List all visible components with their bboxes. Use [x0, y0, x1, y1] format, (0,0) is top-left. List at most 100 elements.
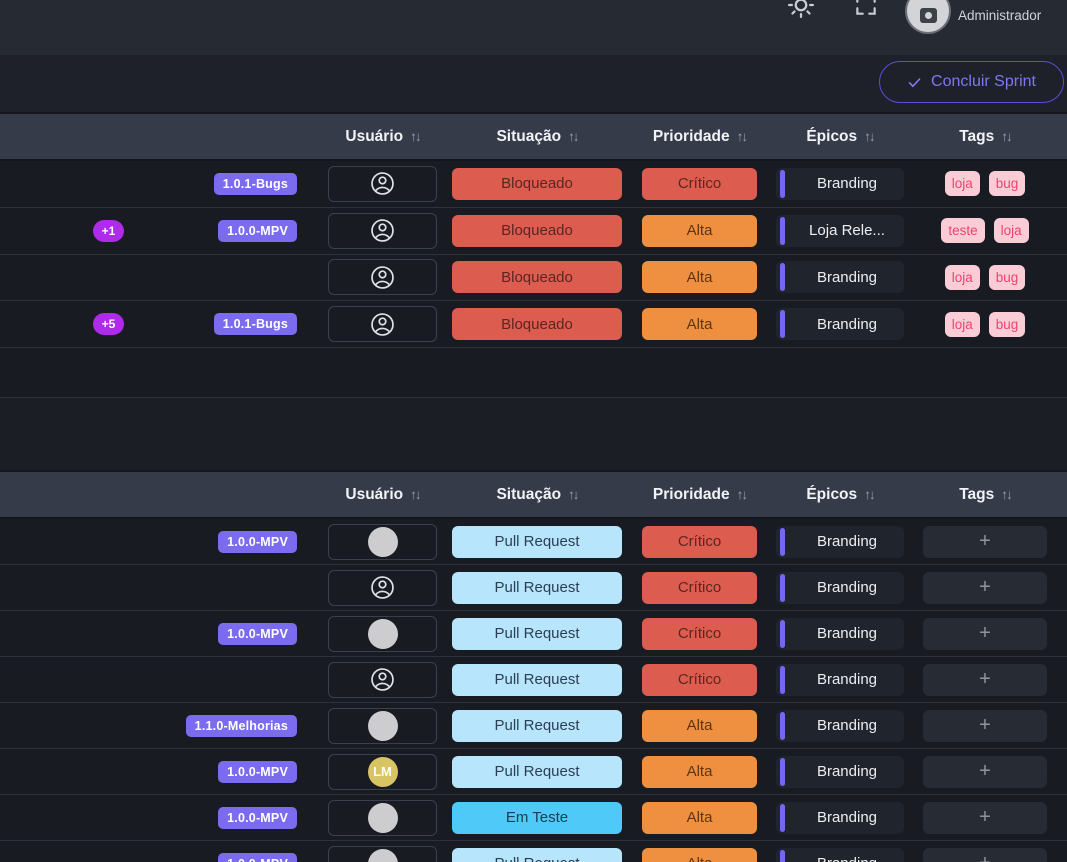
priority-chip[interactable]: Alta: [642, 802, 757, 834]
add-tag-button[interactable]: +: [923, 710, 1047, 742]
fullscreen-icon[interactable]: [853, 0, 879, 18]
add-tag-button[interactable]: +: [923, 802, 1047, 834]
top-navbar: Administrador: [0, 0, 1067, 55]
assignee-button[interactable]: [328, 570, 437, 606]
cell-version: 1.0.0-MPV: [140, 531, 300, 553]
assignee-button[interactable]: [328, 524, 437, 560]
priority-chip[interactable]: Alta: [642, 756, 757, 788]
table-row: 1.0.0-MPVLMPull RequestAltaBranding+: [0, 749, 1067, 795]
cell-epic: Branding: [773, 664, 907, 696]
add-tag-button[interactable]: +: [923, 526, 1047, 558]
status-chip[interactable]: Pull Request: [452, 526, 622, 558]
priority-chip[interactable]: Alta: [642, 710, 757, 742]
sort-icon[interactable]: ↑↓: [737, 129, 747, 144]
sort-icon[interactable]: ↑↓: [737, 487, 747, 502]
tag-chip[interactable]: bug: [989, 171, 1026, 196]
epic-chip[interactable]: Loja Rele...: [776, 215, 904, 247]
priority-chip[interactable]: Alta: [642, 848, 757, 862]
cell-user: LM: [328, 754, 437, 790]
priority-chip[interactable]: Crítico: [642, 526, 757, 558]
sort-icon[interactable]: ↑↓: [1001, 129, 1011, 144]
column-header-prioridade: Prioridade↑↓: [642, 486, 757, 504]
cell-priority: Crítico: [642, 664, 757, 696]
epic-chip[interactable]: Branding: [776, 618, 904, 650]
sort-icon[interactable]: ↑↓: [568, 129, 578, 144]
epic-chip[interactable]: Branding: [776, 308, 904, 340]
epic-chip[interactable]: Branding: [776, 261, 904, 293]
tag-chip[interactable]: bug: [989, 265, 1026, 290]
status-chip[interactable]: Bloqueado: [452, 308, 622, 340]
user-avatar[interactable]: [905, 0, 951, 34]
sort-icon[interactable]: ↑↓: [864, 487, 874, 502]
assignee-button[interactable]: [328, 662, 437, 698]
theme-sun-icon[interactable]: [786, 0, 816, 20]
status-chip[interactable]: Pull Request: [452, 710, 622, 742]
sort-icon[interactable]: ↑↓: [864, 129, 874, 144]
priority-chip[interactable]: Crítico: [642, 664, 757, 696]
epic-chip[interactable]: Branding: [776, 168, 904, 200]
status-chip[interactable]: Pull Request: [452, 664, 622, 696]
hidden-count-badge[interactable]: +5: [93, 313, 124, 335]
assignee-button[interactable]: [328, 616, 437, 652]
cell-user: [328, 616, 437, 652]
status-chip[interactable]: Bloqueado: [452, 215, 622, 247]
status-chip[interactable]: Pull Request: [452, 756, 622, 788]
status-chip[interactable]: Pull Request: [452, 848, 622, 862]
avatar-photo: [368, 711, 398, 741]
tag-chip[interactable]: loja: [945, 312, 980, 337]
priority-chip[interactable]: Crítico: [642, 572, 757, 604]
epic-chip[interactable]: Branding: [776, 572, 904, 604]
sort-icon[interactable]: ↑↓: [410, 129, 420, 144]
tag-chip[interactable]: teste: [941, 218, 984, 243]
tag-chip[interactable]: loja: [945, 171, 980, 196]
assignee-button[interactable]: [328, 213, 437, 249]
status-chip[interactable]: Bloqueado: [452, 261, 622, 293]
table-row: 1.0.0-MPV Pull Request Crítico Branding +: [0, 519, 1067, 565]
person-icon: [369, 574, 396, 601]
tag-chip[interactable]: bug: [989, 312, 1026, 337]
priority-chip[interactable]: Alta: [642, 308, 757, 340]
status-chip[interactable]: Bloqueado: [452, 168, 622, 200]
cell-tags: +: [923, 664, 1047, 696]
assignee-button[interactable]: LM: [328, 754, 437, 790]
epic-color-bar: [780, 528, 785, 556]
cell-user: [328, 570, 437, 606]
priority-chip[interactable]: Crítico: [642, 168, 757, 200]
add-tag-button[interactable]: +: [923, 756, 1047, 788]
add-tag-button[interactable]: +: [923, 572, 1047, 604]
assignee-button[interactable]: [328, 306, 437, 342]
tag-chip[interactable]: loja: [945, 265, 980, 290]
assignee-button[interactable]: [328, 800, 437, 836]
sort-icon[interactable]: ↑↓: [410, 487, 420, 502]
assignee-button[interactable]: [328, 708, 437, 744]
priority-chip[interactable]: Alta: [642, 215, 757, 247]
sort-icon[interactable]: ↑↓: [1001, 487, 1011, 502]
add-tag-button[interactable]: +: [923, 848, 1047, 862]
complete-sprint-button[interactable]: Concluir Sprint: [879, 61, 1064, 103]
priority-chip[interactable]: Crítico: [642, 618, 757, 650]
epic-chip[interactable]: Branding: [776, 756, 904, 788]
epic-chip[interactable]: Branding: [776, 664, 904, 696]
status-chip[interactable]: Em Teste: [452, 802, 622, 834]
cell-epic: Branding: [773, 848, 907, 862]
tag-chip[interactable]: loja: [994, 218, 1029, 243]
epic-label: Branding: [817, 316, 877, 333]
hidden-count-badge[interactable]: +1: [93, 220, 124, 242]
assignee-button[interactable]: [328, 166, 437, 202]
epic-chip[interactable]: Branding: [776, 710, 904, 742]
cell-tags: +: [923, 618, 1047, 650]
table-row: 1.0.0-MPVEm TesteAltaBranding+: [0, 795, 1067, 841]
epic-chip[interactable]: Branding: [776, 526, 904, 558]
sort-icon[interactable]: ↑↓: [568, 487, 578, 502]
cell-priority: Crítico: [642, 168, 757, 200]
epic-chip[interactable]: Branding: [776, 848, 904, 862]
assignee-button[interactable]: [328, 846, 437, 862]
status-chip[interactable]: Pull Request: [452, 618, 622, 650]
priority-chip[interactable]: Alta: [642, 261, 757, 293]
cell-priority: Alta: [642, 308, 757, 340]
add-tag-button[interactable]: +: [923, 664, 1047, 696]
assignee-button[interactable]: [328, 259, 437, 295]
add-tag-button[interactable]: +: [923, 618, 1047, 650]
epic-chip[interactable]: Branding: [776, 802, 904, 834]
status-chip[interactable]: Pull Request: [452, 572, 622, 604]
